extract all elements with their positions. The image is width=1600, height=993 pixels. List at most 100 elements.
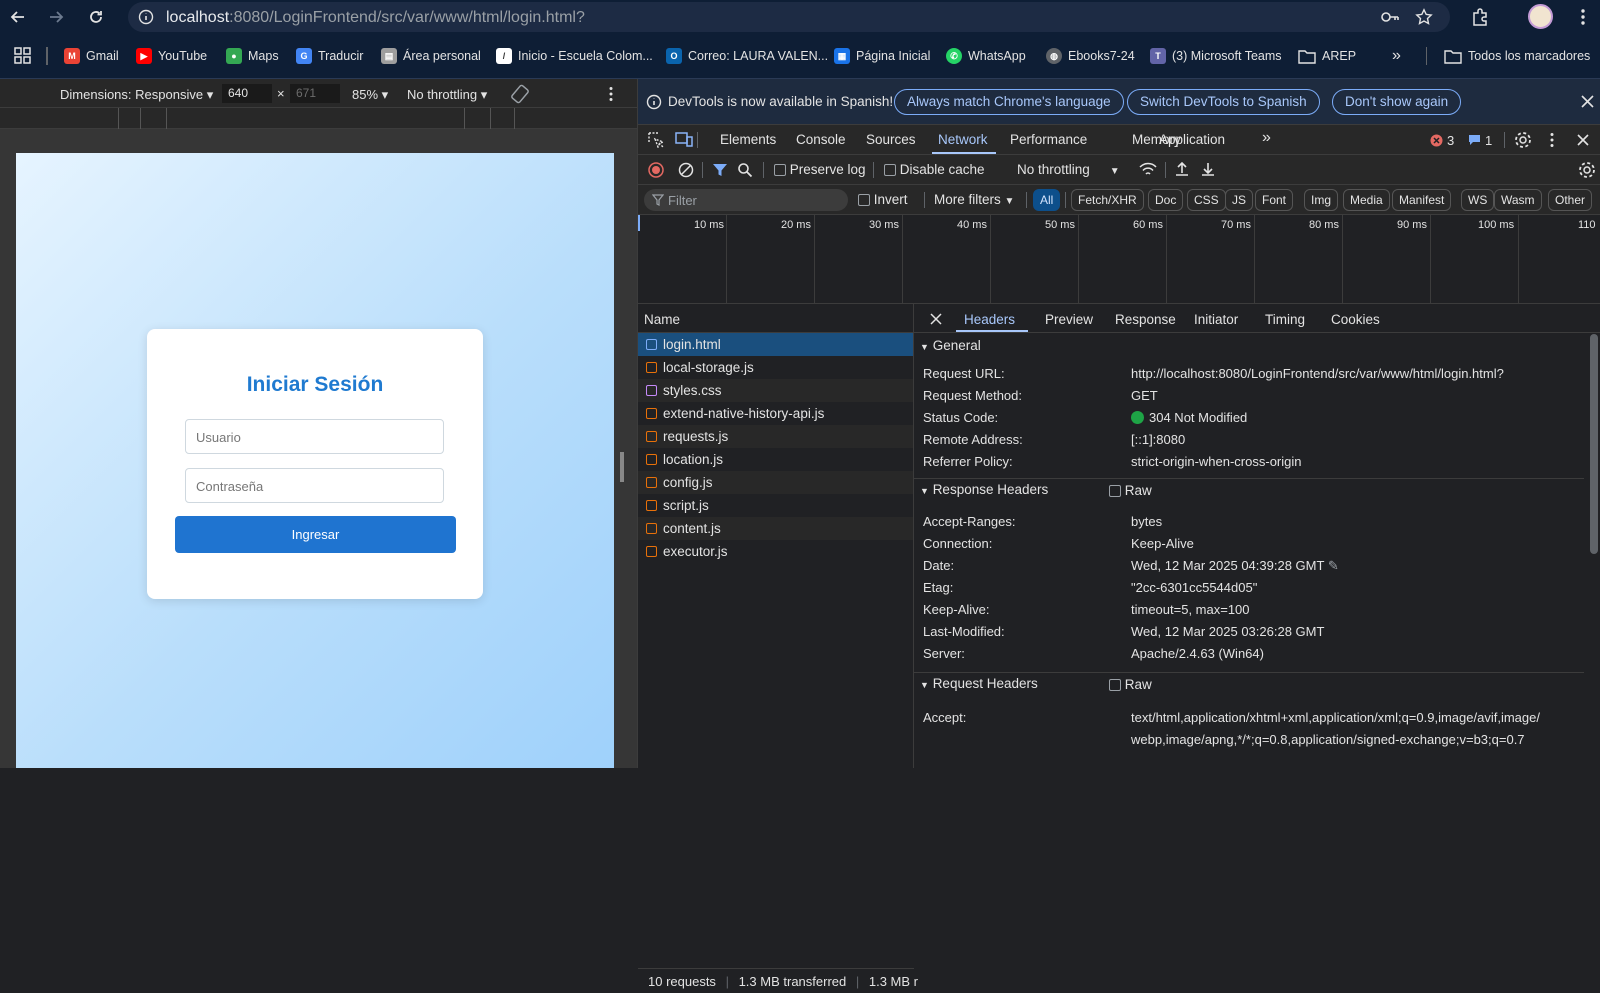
address-bar[interactable]: localhost:8080/LoginFrontend/src/var/www… <box>128 2 1450 32</box>
response-headers-section-header[interactable]: ▼ Response Headers Raw <box>914 478 1584 500</box>
dont-show-again-button[interactable]: Don't show again <box>1332 89 1462 115</box>
tab-console[interactable]: Console <box>796 132 846 147</box>
record-icon[interactable] <box>648 162 664 178</box>
tab-elements[interactable]: Elements <box>720 132 776 147</box>
filter-manifest[interactable]: Manifest <box>1392 189 1452 211</box>
scrollbar[interactable] <box>1590 334 1598 554</box>
request-row[interactable]: executor.js <box>638 540 913 563</box>
more-tabs-chevron-icon[interactable]: » <box>1262 129 1271 147</box>
forward-button[interactable] <box>44 5 68 29</box>
request-headers-section-header[interactable]: ▼ Request Headers Raw <box>914 672 1584 694</box>
bookmark-ebooks[interactable]: ◍ Ebooks7-24 <box>1046 47 1135 65</box>
tab-headers[interactable]: Headers <box>964 312 1015 327</box>
filter-img[interactable]: Img <box>1304 189 1339 211</box>
login-button[interactable]: Ingresar <box>175 516 456 553</box>
switch-to-spanish-button[interactable]: Switch DevTools to Spanish <box>1127 89 1320 115</box>
resize-handle[interactable] <box>620 452 624 482</box>
device-throttling-select[interactable]: No throttling ▾ <box>407 87 487 103</box>
bookmark-pagina-inicial[interactable]: ▦ Página Inicial <box>834 47 930 65</box>
filter-ws[interactable]: WS <box>1461 189 1495 211</box>
more-filters-select[interactable]: More filters ▼ <box>934 192 1014 207</box>
reload-button[interactable] <box>84 5 108 29</box>
search-icon[interactable] <box>737 162 753 178</box>
height-input[interactable]: 671 <box>290 84 340 103</box>
extensions-icon[interactable] <box>1470 7 1490 27</box>
bookmark-teams[interactable]: T (3) Microsoft Teams <box>1150 47 1282 65</box>
edit-pencil-icon[interactable]: ✎ <box>1328 558 1339 573</box>
tab-sources[interactable]: Sources <box>866 132 916 147</box>
username-input[interactable]: Usuario <box>185 419 444 454</box>
request-row[interactable]: content.js <box>638 517 913 540</box>
filter-font[interactable]: Font <box>1255 189 1294 211</box>
filter-other[interactable]: Other <box>1548 189 1593 211</box>
network-settings-gear-icon[interactable] <box>1578 161 1596 179</box>
rotate-icon[interactable] <box>510 84 530 104</box>
network-throttling-select[interactable]: No throttling ▼ <box>1017 162 1120 177</box>
request-row[interactable]: script.js <box>638 494 913 517</box>
inspect-element-icon[interactable] <box>647 131 664 148</box>
bookmark-correo[interactable]: O Correo: LAURA VALEN... <box>666 47 828 65</box>
all-bookmarks[interactable]: Todos los marcadores <box>1444 47 1590 65</box>
raw-checkbox[interactable]: Raw <box>1109 677 1152 692</box>
request-row[interactable]: location.js <box>638 448 913 471</box>
general-section-header[interactable]: ▼ General <box>914 335 1584 357</box>
request-row[interactable]: requests.js <box>638 425 913 448</box>
close-icon[interactable] <box>1581 95 1594 108</box>
preserve-log-checkbox[interactable]: Preserve log <box>774 162 866 177</box>
bookmark-youtube[interactable]: ▶ YouTube <box>136 47 207 65</box>
filter-fetch-xhr[interactable]: Fetch/XHR <box>1071 189 1144 211</box>
error-count[interactable]: 3 <box>1447 133 1454 148</box>
password-input[interactable]: Contraseña <box>185 468 444 503</box>
bookmark-maps[interactable]: ● Maps <box>226 47 279 65</box>
more-bookmarks-chevron-icon[interactable]: » <box>1392 47 1401 65</box>
more-vert-icon[interactable] <box>1580 8 1586 26</box>
request-row[interactable]: config.js <box>638 471 913 494</box>
filter-input[interactable]: Filter <box>644 189 848 211</box>
device-toggle-icon[interactable] <box>675 131 693 148</box>
request-row[interactable]: login.html <box>638 333 913 356</box>
avatar[interactable] <box>1528 4 1553 29</box>
tab-preview[interactable]: Preview <box>1045 312 1093 327</box>
bookmark-escuela[interactable]: / Inicio - Escuela Colom... <box>496 47 653 65</box>
width-input[interactable]: 640 <box>222 84 272 103</box>
request-row[interactable]: local-storage.js <box>638 356 913 379</box>
zoom-select[interactable]: 85% ▾ <box>352 87 388 103</box>
request-row[interactable]: extend-native-history-api.js <box>638 402 913 425</box>
apps-grid-icon[interactable] <box>14 47 32 65</box>
filter-doc[interactable]: Doc <box>1148 189 1184 211</box>
tab-cookies[interactable]: Cookies <box>1331 312 1380 327</box>
import-icon[interactable] <box>1174 161 1190 178</box>
always-match-language-button[interactable]: Always match Chrome's language <box>894 89 1124 115</box>
dimensions-select[interactable]: Dimensions: Responsive ▾ <box>60 87 213 103</box>
raw-checkbox[interactable]: Raw <box>1109 483 1152 498</box>
info-icon[interactable] <box>138 9 154 25</box>
bookmark-area-personal[interactable]: ▤ Área personal <box>381 47 481 65</box>
invert-checkbox[interactable]: Invert <box>858 192 908 207</box>
close-icon[interactable] <box>1577 134 1589 146</box>
tab-application[interactable]: Application <box>1159 132 1225 147</box>
bookmark-whatsapp[interactable]: ✆ WhatsApp <box>946 47 1026 65</box>
name-column-header[interactable]: Name <box>638 304 914 333</box>
more-vert-icon[interactable] <box>1549 132 1555 148</box>
more-vert-icon[interactable] <box>608 86 614 102</box>
bookmark-gmail[interactable]: M Gmail <box>64 47 119 65</box>
clear-icon[interactable] <box>678 162 694 178</box>
tab-initiator[interactable]: Initiator <box>1194 312 1238 327</box>
key-icon[interactable] <box>1380 9 1400 25</box>
network-conditions-icon[interactable] <box>1139 162 1157 178</box>
bookmark-traducir[interactable]: G Traducir <box>296 47 363 65</box>
bookmark-arep[interactable]: AREP <box>1298 47 1356 65</box>
filter-all[interactable]: All <box>1033 189 1061 211</box>
disable-cache-checkbox[interactable]: Disable cache <box>884 162 985 177</box>
filter-wasm[interactable]: Wasm <box>1494 189 1542 211</box>
request-row[interactable]: styles.css <box>638 379 913 402</box>
filter-js[interactable]: JS <box>1225 189 1254 211</box>
tab-network[interactable]: Network <box>938 132 988 147</box>
back-button[interactable] <box>6 5 30 29</box>
tab-timing[interactable]: Timing <box>1265 312 1305 327</box>
close-icon[interactable] <box>930 313 942 325</box>
filter-media[interactable]: Media <box>1343 189 1390 211</box>
settings-gear-icon[interactable] <box>1514 131 1532 149</box>
filter-css[interactable]: CSS <box>1187 189 1226 211</box>
tab-performance[interactable]: Performance <box>1010 132 1087 147</box>
